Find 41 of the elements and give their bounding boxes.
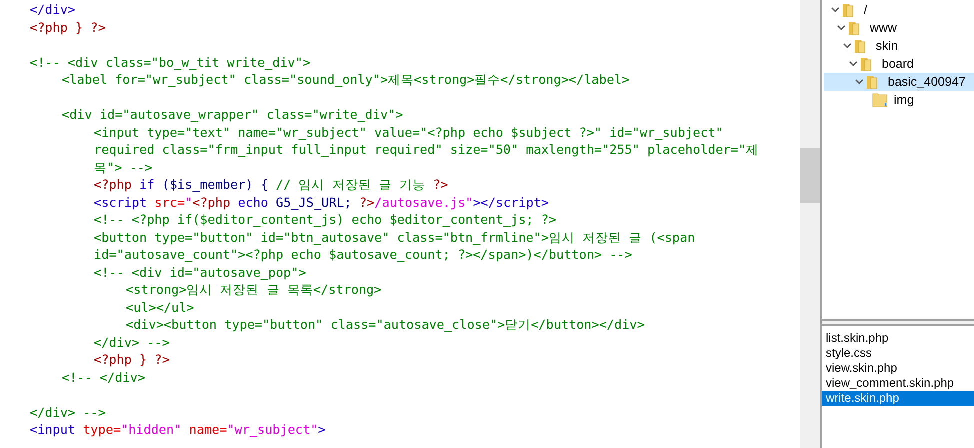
code-line: <input type="text" name="wr_subject" value="<?php echo $subject ?>" id="wr_subject": [94, 124, 724, 141]
code-line: <?php } ?>: [30, 18, 106, 36]
chevron-icon[interactable]: [843, 43, 852, 49]
tree-item[interactable]: /: [824, 1, 974, 19]
file-item[interactable]: style.css: [822, 346, 974, 361]
file-item[interactable]: view.skin.php: [822, 361, 974, 376]
chevron-icon[interactable]: [831, 7, 840, 13]
folder-icon: [872, 92, 888, 108]
code-line: <label for="wr_subject" class="sound_only">제목<strong>필수</strong></label>: [62, 71, 630, 88]
chevron-icon[interactable]: [837, 25, 846, 31]
tree-item[interactable]: img: [824, 91, 974, 109]
code-line: <!-- </div>: [62, 368, 146, 386]
chevron-icon[interactable]: [855, 79, 864, 85]
code-line: <!-- <div id="autosave_pop">: [94, 264, 306, 281]
code-line: </div>: [30, 1, 76, 18]
code-line: </div> -->: [30, 404, 106, 421]
code-line: <ul></ul>: [126, 298, 194, 316]
chevron-icon[interactable]: [849, 61, 858, 67]
code-line: <div id="autosave_wrapper" class="write_div">: [62, 106, 404, 124]
file-item[interactable]: list.skin.php: [822, 331, 974, 346]
code-line: <strong>임시 저장된 글 목록</strong>: [126, 281, 382, 298]
code-line: </div> -->: [94, 334, 170, 351]
code-line: required class="frm_input full_input required" size="50" maxlength="255" placeholder="제: [94, 141, 760, 158]
code-line: <input type="hidden" name="wr_subject">: [30, 421, 326, 438]
scrollbar-thumb[interactable]: [800, 148, 820, 203]
file-item[interactable]: view_comment.skin.php: [822, 376, 974, 391]
code-line: <button type="button" id="btn_autosave" class="btn_frmline">임시 저장된 글 (<span: [94, 228, 696, 246]
file-item[interactable]: write.skin.php: [822, 391, 974, 406]
code-line: id="autosave_count"><?php echo $autosave_count; ?></span>)</button> -->: [94, 246, 632, 264]
tree-item[interactable]: basic_400947: [824, 73, 974, 91]
tree-item[interactable]: www: [824, 19, 974, 37]
code-line: <?php } ?>: [94, 351, 170, 368]
scrollbar[interactable]: [800, 0, 822, 448]
code-line: <!-- <?php if($editor_content_js) echo $editor_content_js; ?>: [94, 211, 557, 228]
code-line: <div><button type="button" class="autosave_close">닫기</button></div>: [126, 316, 645, 334]
code-line: 목"> -->: [94, 158, 152, 176]
code-line: <?php if ($is_member) { // 임시 저장된 글 기능 ?>: [94, 176, 448, 194]
tree-item[interactable]: skin: [824, 37, 974, 55]
code-line: <script src="<?php echo G5_JS_URL; ?>/autosave.js"></script>: [94, 194, 550, 211]
code-line: <!-- <div class="bo_w_tit write_div">: [30, 54, 311, 71]
tree-item[interactable]: board: [824, 55, 974, 73]
